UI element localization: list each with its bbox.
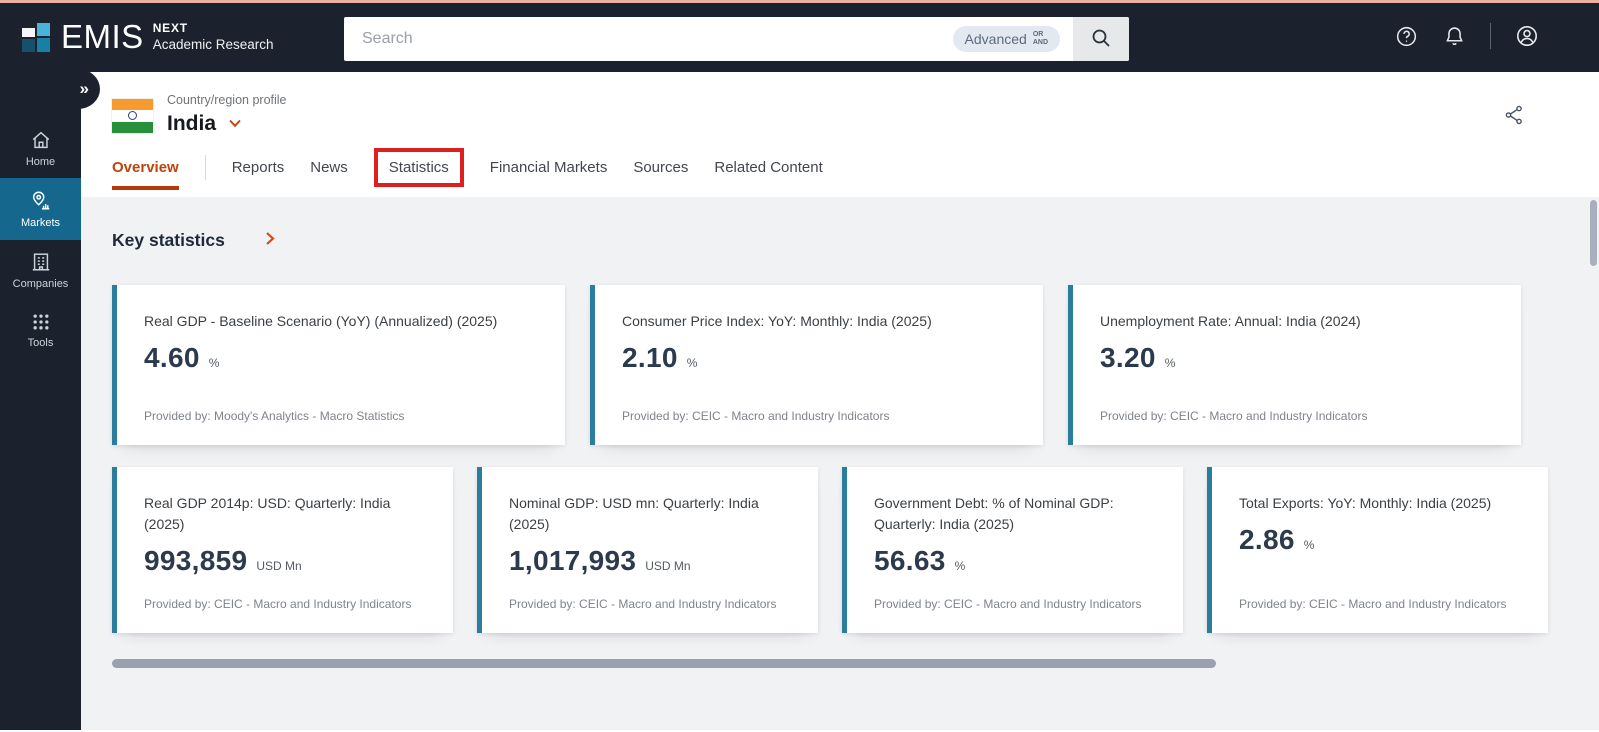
brand-name: EMIS — [61, 17, 144, 55]
tab-divider — [204, 155, 206, 180]
stat-provider: Provided by: CEIC - Macro and Industry I… — [874, 597, 1142, 611]
chevron-double-right-icon: » — [79, 79, 89, 98]
sidebar-item-tools[interactable]: Tools — [0, 300, 81, 360]
sidebar-item-label: Markets — [20, 216, 61, 229]
boolean-operators-icon: OR AND — [1032, 30, 1048, 46]
tab-statistics[interactable]: Statistics — [389, 159, 449, 176]
sidebar-item-label: Home — [25, 155, 56, 168]
stat-title: Real GDP - Baseline Scenario (YoY) (Annu… — [144, 313, 498, 329]
account-icon[interactable] — [1515, 24, 1539, 48]
search-button[interactable] — [1073, 17, 1129, 61]
sidebar-item-companies[interactable]: Companies — [0, 240, 81, 300]
brand-subtitle: Academic Research — [152, 36, 274, 52]
stat-value: 993,859 — [144, 545, 248, 576]
tools-grid-icon — [31, 312, 51, 332]
emis-logo[interactable]: EMIS NEXT Academic Research — [22, 19, 274, 53]
stat-unit: % — [686, 356, 698, 370]
notifications-bell-icon[interactable] — [1442, 24, 1466, 48]
stat-value: 1,017,993 — [509, 545, 637, 576]
profile-header: Country/region profile India Overview Re… — [81, 72, 1599, 197]
stat-value: 56.63 — [874, 545, 946, 576]
vertical-scrollbar[interactable] — [1590, 200, 1597, 266]
ashoka-chakra-icon — [128, 111, 137, 121]
chevron-down-icon — [228, 115, 242, 133]
profile-kicker: Country/region profile — [167, 93, 287, 107]
stat-provider: Provided by: CEIC - Macro and Industry I… — [1100, 409, 1368, 423]
header-divider — [1490, 23, 1491, 49]
tab-reports[interactable]: Reports — [232, 159, 285, 176]
sidebar-item-home[interactable]: Home — [0, 118, 81, 178]
stat-title: Nominal GDP: USD mn: Quarterly: India (2… — [509, 495, 759, 532]
stat-card-government-debt[interactable]: Government Debt: % of Nominal GDP: Quart… — [842, 467, 1183, 633]
share-icon[interactable] — [1503, 104, 1525, 126]
section-title: Key statistics — [112, 230, 225, 250]
tab-overview[interactable]: Overview — [112, 159, 179, 190]
horizontal-scrollbar[interactable] — [112, 659, 1216, 668]
stat-card-real-gdp-baseline[interactable]: Real GDP - Baseline Scenario (YoY) (Annu… — [112, 285, 565, 445]
markets-icon — [30, 190, 52, 212]
home-icon — [30, 129, 52, 151]
stat-cards-row-2: Real GDP 2014p: USD: Quarterly: India (2… — [112, 467, 1548, 633]
stat-provider: Provided by: CEIC - Macro and Industry I… — [144, 597, 412, 611]
stat-card-nominal-gdp[interactable]: Nominal GDP: USD mn: Quarterly: India (2… — [477, 467, 818, 633]
stat-unit: USD Mn — [256, 559, 302, 573]
stat-value: 4.60 — [144, 342, 200, 373]
stat-unit: % — [208, 356, 220, 370]
stat-cards-row-1: Real GDP - Baseline Scenario (YoY) (Annu… — [112, 285, 1521, 445]
stat-value: 2.10 — [622, 342, 678, 373]
annotation-highlight-box: Statistics — [373, 148, 464, 187]
help-icon[interactable] — [1394, 24, 1418, 48]
stat-title: Government Debt: % of Nominal GDP: Quart… — [874, 495, 1114, 532]
stat-provider: Provided by: CEIC - Macro and Industry I… — [1239, 597, 1507, 611]
stat-card-total-exports[interactable]: Total Exports: YoY: Monthly: India (2025… — [1207, 467, 1548, 633]
stat-title: Unemployment Rate: Annual: India (2024) — [1100, 313, 1361, 329]
profile-tabs: Overview Reports News Statistics Financi… — [112, 148, 823, 190]
stat-unit: % — [1164, 356, 1176, 370]
sidebar-item-label: Companies — [12, 277, 69, 290]
stat-unit: USD Mn — [645, 559, 691, 573]
stat-value: 3.20 — [1100, 342, 1156, 373]
search-icon — [1089, 26, 1113, 53]
tab-related-content[interactable]: Related Content — [714, 159, 822, 176]
top-accent-line — [0, 0, 1599, 3]
emis-logo-mark-icon — [22, 19, 52, 53]
stat-provider: Provided by: CEIC - Macro and Industry I… — [622, 409, 890, 423]
stat-card-unemployment[interactable]: Unemployment Rate: Annual: India (2024) … — [1068, 285, 1521, 445]
tab-financial-markets[interactable]: Financial Markets — [490, 159, 608, 176]
stat-unit: % — [954, 559, 966, 573]
stat-value: 2.86 — [1239, 524, 1295, 555]
tab-sources[interactable]: Sources — [633, 159, 688, 176]
chevron-right-icon — [265, 231, 275, 251]
india-flag-icon — [112, 99, 153, 133]
search-input[interactable] — [344, 17, 953, 61]
stat-card-real-gdp-usd[interactable]: Real GDP 2014p: USD: Quarterly: India (2… — [112, 467, 453, 633]
stat-title: Real GDP 2014p: USD: Quarterly: India (2… — [144, 495, 391, 532]
sidebar-item-label: Tools — [27, 336, 54, 349]
page-title: India — [167, 112, 217, 135]
advanced-search-button[interactable]: Advanced OR AND — [952, 25, 1060, 53]
stat-title: Total Exports: YoY: Monthly: India (2025… — [1239, 495, 1492, 511]
main-content: Country/region profile India Overview Re… — [81, 72, 1599, 730]
stat-unit: % — [1303, 538, 1315, 552]
sidebar-expand-button[interactable]: » — [56, 69, 100, 109]
sidebar-item-markets[interactable]: Markets — [0, 178, 81, 240]
brand-edition: NEXT — [152, 20, 188, 35]
tab-news[interactable]: News — [310, 159, 348, 176]
search-bar: Advanced ORAND — [344, 17, 1129, 61]
key-statistics-link[interactable]: Key statistics — [112, 230, 275, 251]
advanced-label: Advanced — [964, 31, 1027, 47]
sidebar: Home Markets Companies Tools — [0, 72, 81, 730]
stat-card-cpi[interactable]: Consumer Price Index: YoY: Monthly: Indi… — [590, 285, 1043, 445]
stat-title: Consumer Price Index: YoY: Monthly: Indi… — [622, 313, 932, 329]
top-bar: EMIS NEXT Academic Research Advanced ORA… — [0, 0, 1599, 72]
stat-provider: Provided by: CEIC - Macro and Industry I… — [509, 597, 777, 611]
companies-icon — [30, 251, 52, 273]
stat-provider: Provided by: Moody's Analytics - Macro S… — [144, 409, 405, 423]
country-selector[interactable]: India — [167, 112, 242, 136]
